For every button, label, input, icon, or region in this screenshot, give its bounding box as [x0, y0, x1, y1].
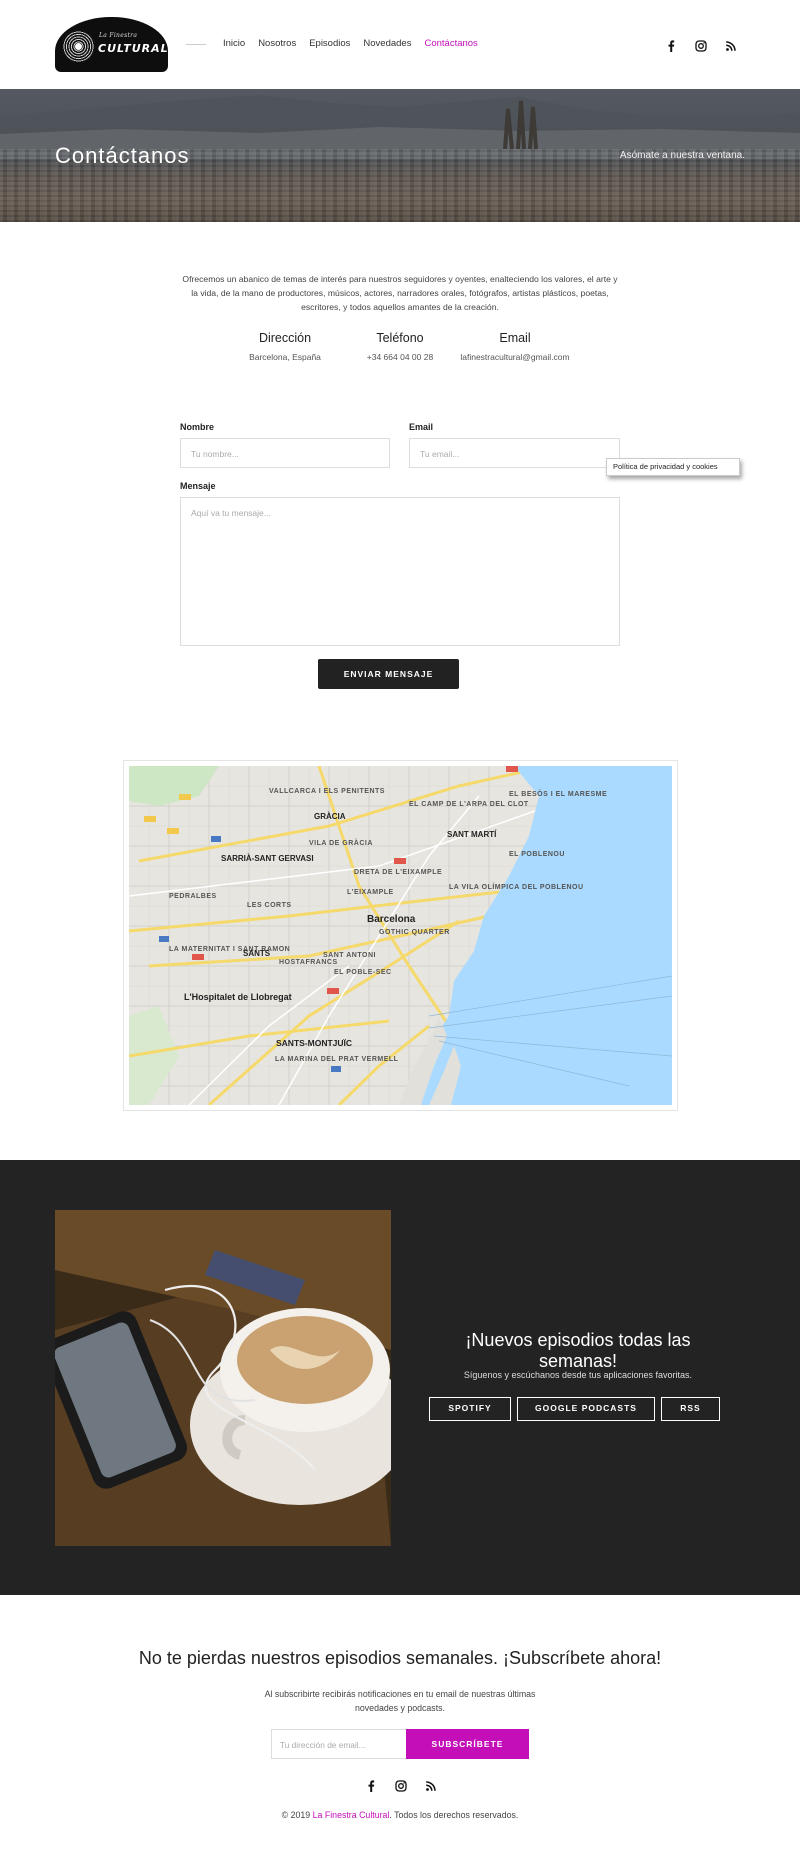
- nav-item-episodios[interactable]: Episodios: [309, 38, 350, 49]
- map-label: SANT MARTÍ: [447, 830, 497, 839]
- promo-subtitle: Síguenos y escúchanos desde tus aplicaci…: [463, 1370, 693, 1380]
- map-label: LA MARINA DEL PRAT VERMELL: [275, 1056, 399, 1063]
- map-label: HOSTAFRANCS: [279, 959, 338, 966]
- message-label: Mensaje: [180, 481, 216, 491]
- map-label: VALLCARCA I ELS PENITENTS: [269, 788, 385, 795]
- subscribe-title: No te pierdas nuestros episodios semanal…: [138, 1648, 662, 1668]
- facebook-icon[interactable]: [665, 37, 677, 52]
- instagram-icon[interactable]: [395, 1777, 407, 1792]
- rss-icon[interactable]: [725, 37, 737, 51]
- info-heading: Email: [499, 331, 531, 345]
- subscribe-description: Al subscribirte recibirás notificaciones…: [264, 1689, 536, 1713]
- send-message-button[interactable]: ENVIAR MENSAJE: [318, 659, 459, 689]
- map-label: EL POBLENOU: [509, 851, 565, 858]
- nav-divider: [186, 44, 206, 45]
- info-value[interactable]: lafinestracultural@gmail.com: [445, 352, 585, 362]
- map-label: LES CORTS: [247, 902, 292, 909]
- copyright: © 2019 La Finestra Cultural. Todos los d…: [0, 1810, 800, 1820]
- page-subtitle: Asómate a nuestra ventana.: [619, 150, 745, 161]
- header-social: [665, 37, 737, 52]
- instagram-icon[interactable]: [695, 37, 707, 52]
- facebook-icon[interactable]: [365, 1777, 377, 1792]
- map-label: L'EIXAMPLE: [347, 889, 394, 896]
- name-label: Nombre: [180, 422, 215, 432]
- copyright-suffix: . Todos los derechos reservados.: [389, 1810, 519, 1820]
- name-input[interactable]: Tu nombre...: [180, 438, 390, 468]
- map-label: EL POBLE-SEC: [334, 969, 392, 976]
- map-label: SANT ANTONI: [323, 952, 376, 959]
- info-email: Email lafinestracultural@gmail.com: [445, 331, 585, 362]
- map-label: EL CAMP DE L'ARPA DEL CLOT: [409, 801, 529, 808]
- map-label: L'Hospitalet de Llobregat: [184, 992, 292, 1002]
- privacy-tooltip[interactable]: Política de privacidad y cookies: [606, 458, 740, 476]
- map-label: Barcelona: [367, 914, 416, 925]
- site-header: La Finestra CULTURAL Inicio Nosotros Epi…: [0, 0, 800, 89]
- message-textarea[interactable]: Aquí va tu mensaje...: [180, 497, 620, 646]
- footer-social: [365, 1777, 437, 1792]
- nav-item-contactanos[interactable]: Contáctanos: [424, 38, 477, 49]
- email-input[interactable]: Tu email...: [409, 438, 620, 468]
- main-nav: Inicio Nosotros Episodios Novedades Cont…: [223, 38, 491, 49]
- map-label: PEDRALBES: [169, 893, 217, 900]
- site-logo[interactable]: La Finestra CULTURAL: [55, 17, 168, 72]
- copyright-year: © 2019: [281, 1810, 311, 1820]
- map-label: LA VILA OLÍMPICA DEL POBLENOU: [449, 884, 584, 891]
- nav-item-nosotros[interactable]: Nosotros: [258, 38, 296, 49]
- map-label: EL BESÒS I EL MARESME: [509, 791, 608, 798]
- subscribe-email-input[interactable]: Tu dirección de email...: [271, 1729, 407, 1759]
- intro-text: Ofrecemos un abanico de temas de interés…: [182, 274, 618, 312]
- page-hero: Contáctanos Asómate a nuestra ventana.: [0, 89, 800, 222]
- spotify-button[interactable]: SPOTIFY: [429, 1397, 511, 1421]
- logo-small-text: La Finestra: [99, 32, 138, 39]
- promo-section: ¡Nuevos episodios todas las semanas! Síg…: [0, 1160, 800, 1595]
- promo-title: ¡Nuevos episodios todas las semanas!: [465, 1330, 691, 1371]
- map-label: SARRIÀ-SANT GERVASI: [221, 854, 314, 863]
- coffee-podcast-photo: [55, 1210, 391, 1546]
- email-label: Email: [409, 422, 434, 432]
- map-label: VILA DE GRÀCIA: [309, 840, 373, 847]
- logo-big-text: CULTURAL: [98, 42, 168, 55]
- rss-button[interactable]: RSS: [661, 1397, 720, 1421]
- copyright-brand-link[interactable]: La Finestra Cultural: [313, 1810, 390, 1820]
- map-label: LA MATERNITAT I SANT RAMON: [169, 946, 291, 953]
- google-podcasts-button[interactable]: GOOGLE PODCASTS: [517, 1397, 655, 1421]
- rss-icon[interactable]: [425, 1777, 437, 1791]
- barcelona-map[interactable]: VALLCARCA I ELS PENITENTS GRÀCIA EL CAMP…: [129, 766, 672, 1105]
- map-label: GOTHIC QUARTER: [379, 929, 450, 936]
- map-frame: VALLCARCA I ELS PENITENTS GRÀCIA EL CAMP…: [123, 760, 678, 1111]
- page-title: Contáctanos: [55, 143, 190, 168]
- map-label: GRÀCIA: [314, 812, 346, 821]
- nav-item-inicio[interactable]: Inicio: [223, 38, 245, 49]
- vinyl-disc-icon: [62, 30, 95, 63]
- map-label: SANTS: [243, 949, 271, 958]
- subscribe-button[interactable]: SUBSCRÍBETE: [406, 1729, 529, 1759]
- photo-graphics: [55, 1210, 391, 1546]
- map-label: SANTS-MONTJUÏC: [276, 1038, 353, 1048]
- map-label: DRETA DE L'EIXAMPLE: [354, 869, 443, 876]
- nav-item-novedades[interactable]: Novedades: [363, 38, 411, 49]
